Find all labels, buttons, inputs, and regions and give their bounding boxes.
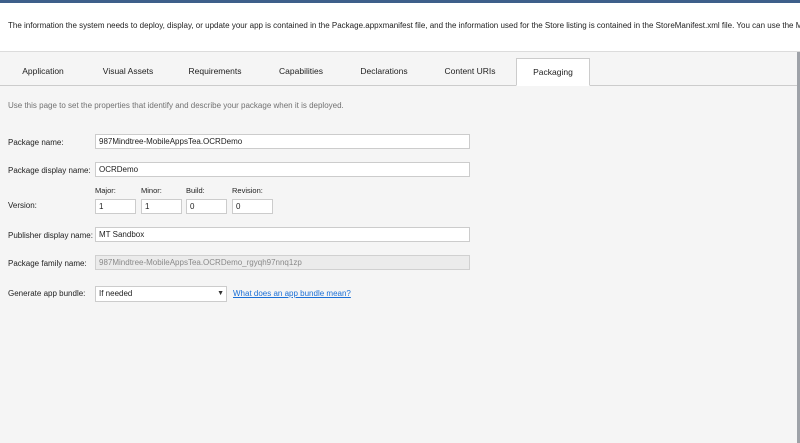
package-display-name-label: Package display name: [8,166,91,175]
page-description: Use this page to set the properties that… [8,101,344,110]
version-major-input[interactable]: 1 [95,199,136,214]
package-name-input[interactable]: 987Mindtree-MobileAppsTea.OCRDemo [95,134,470,149]
generate-app-bundle-label: Generate app bundle: [8,289,86,298]
tab-application[interactable]: Application [8,58,78,85]
version-label: Version: [8,201,37,210]
version-revision-input[interactable]: 0 [232,199,273,214]
version-revision-label: Revision: [232,186,263,195]
app-bundle-help-link[interactable]: What does an app bundle mean? [233,289,351,298]
publisher-display-name-input[interactable]: MT Sandbox [95,227,470,242]
package-name-label: Package name: [8,138,64,147]
tab-declarations[interactable]: Declarations [349,58,419,85]
generate-app-bundle-select[interactable]: If needed ▼ [95,286,227,302]
chevron-down-icon: ▼ [217,290,224,297]
tab-content-uris[interactable]: Content URIs [435,58,505,85]
version-minor-label: Minor: [141,186,162,195]
publisher-display-name-label: Publisher display name: [8,231,93,240]
version-build-input[interactable]: 0 [186,199,227,214]
manifest-info-text: The information the system needs to depl… [0,3,800,52]
tab-packaging[interactable]: Packaging [516,58,590,86]
version-build-label: Build: [186,186,205,195]
package-family-name-field: 987Mindtree-MobileAppsTea.OCRDemo_rgyqh9… [95,255,470,270]
tab-requirements[interactable]: Requirements [180,58,250,85]
package-family-name-label: Package family name: [8,259,87,268]
package-display-name-input[interactable]: OCRDemo [95,162,470,177]
generate-app-bundle-value: If needed [99,289,133,298]
tab-capabilities[interactable]: Capabilities [266,58,336,85]
manifest-tabs: Application Visual Assets Requirements C… [0,58,800,86]
tab-visual-assets[interactable]: Visual Assets [93,58,163,85]
version-major-label: Major: [95,186,116,195]
version-minor-input[interactable]: 1 [141,199,182,214]
